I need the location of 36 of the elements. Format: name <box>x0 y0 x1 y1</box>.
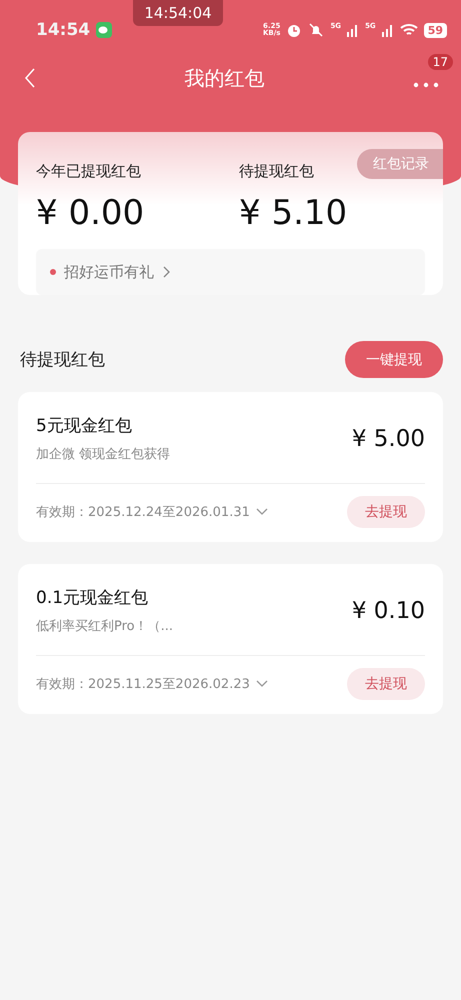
wifi-icon <box>400 23 418 37</box>
validity-text: 有效期：2025.11.25至2026.02.23 <box>36 676 250 693</box>
stat-label: 今年已提现红包 <box>36 162 141 181</box>
bell-muted-icon <box>308 22 324 38</box>
packet-amount: ¥ 0.10 <box>352 598 425 624</box>
chevron-down-icon[interactable] <box>256 508 268 516</box>
chevron-down-icon[interactable] <box>256 680 268 688</box>
stat-label: 待提现红包 <box>239 162 314 181</box>
withdraw-button[interactable]: 去提现 <box>347 668 425 700</box>
promo-banner[interactable]: 招好运币有礼 <box>36 249 425 295</box>
battery-level: 59 <box>424 22 447 38</box>
section-title: 待提现红包 <box>20 349 105 371</box>
signal-icon <box>347 23 360 37</box>
packet-subtitle: 低利率买红利Pro！（... <box>36 618 174 635</box>
signal-icon <box>382 23 394 37</box>
packet-title: 5元现金红包 <box>36 415 133 437</box>
packet-subtitle: 加企微 领现金红包获得 <box>36 446 170 463</box>
recording-time: 14:54:04 <box>133 0 223 26</box>
withdraw-button[interactable]: 去提现 <box>347 496 425 528</box>
status-time: 14:54 <box>36 20 90 40</box>
back-icon[interactable] <box>24 67 36 89</box>
dot-icon <box>50 269 56 275</box>
alarm-icon <box>286 22 302 38</box>
more-icon[interactable] <box>413 82 439 88</box>
withdraw-all-button[interactable]: 一键提现 <box>345 341 443 378</box>
chevron-right-icon <box>162 266 170 278</box>
record-button[interactable]: 红包记录 <box>357 149 443 179</box>
packet-title: 0.1元现金红包 <box>36 587 150 609</box>
page-title: 我的红包 <box>184 64 264 92</box>
packet-amount: ¥ 5.00 <box>352 426 425 452</box>
notification-badge: 17 <box>428 54 453 70</box>
stat-amount: ¥ 5.10 <box>239 193 348 233</box>
stat-amount: ¥ 0.00 <box>36 193 144 233</box>
chat-app-icon <box>96 22 112 38</box>
validity-text: 有效期：2025.12.24至2026.01.31 <box>36 504 250 521</box>
promo-text: 招好运币有礼 <box>64 262 154 282</box>
